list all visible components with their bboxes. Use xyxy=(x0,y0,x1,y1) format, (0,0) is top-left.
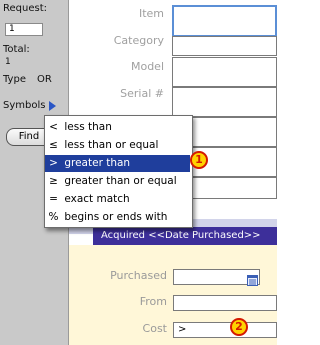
menu-item-label: greater than or equal xyxy=(64,175,177,187)
menu-item-label: less than xyxy=(64,121,112,133)
menu-item-symbol: ≤ xyxy=(49,139,58,151)
request-label: Request: xyxy=(3,3,47,14)
menu-item-symbol: % xyxy=(48,211,59,223)
serial-label: Serial # xyxy=(120,87,164,100)
section-header: Acquired <<Date Purchased>> xyxy=(93,227,277,245)
menu-item-label: less than or equal xyxy=(64,139,159,151)
menu-item-label: exact match xyxy=(64,193,130,205)
menu-item-symbol: = xyxy=(49,193,58,205)
model-field[interactable] xyxy=(172,57,277,87)
symbols-menu-arrow-icon[interactable] xyxy=(49,101,56,111)
total-value: 1 xyxy=(5,57,11,67)
callout-badge-2: 2 xyxy=(230,318,248,336)
cost-field[interactable]: > xyxy=(173,322,277,338)
menu-item-less-than[interactable]: < less than xyxy=(45,119,190,136)
symbols-popup-menu: < less than ≤ less than or equal > great… xyxy=(44,115,193,228)
menu-item-label: greater than xyxy=(64,157,131,169)
menu-item-greater-than-or-equal[interactable]: ≥ greater than or equal xyxy=(45,173,190,190)
menu-item-exact-match[interactable]: = exact match xyxy=(45,191,190,208)
menu-item-symbol: ≥ xyxy=(49,175,58,187)
menu-item-symbol: > xyxy=(49,157,58,169)
type-label: Type xyxy=(3,74,26,85)
from-field[interactable] xyxy=(173,295,277,311)
model-label: Model xyxy=(130,60,164,73)
symbols-label: Symbols xyxy=(3,100,46,111)
serial-field[interactable] xyxy=(172,87,277,117)
request-input[interactable]: 1 xyxy=(5,23,43,36)
menu-item-symbol: < xyxy=(49,121,58,133)
item-label: Item xyxy=(138,7,164,20)
menu-item-label: begins or ends with xyxy=(64,211,168,223)
category-field[interactable] xyxy=(172,36,277,56)
type-value[interactable]: OR xyxy=(37,74,52,85)
from-label: From xyxy=(139,295,167,308)
item-field[interactable] xyxy=(172,5,277,37)
calendar-icon[interactable] xyxy=(247,271,258,286)
total-label: Total: xyxy=(3,44,30,55)
cost-label: Cost xyxy=(142,322,167,335)
callout-badge-1: 1 xyxy=(190,151,208,169)
category-label: Category xyxy=(113,34,164,47)
menu-item-greater-than[interactable]: > greater than xyxy=(45,155,190,172)
purchased-label: Purchased xyxy=(110,269,167,282)
menu-item-begins-or-ends-with[interactable]: % begins or ends with xyxy=(45,209,190,226)
menu-item-less-than-or-equal[interactable]: ≤ less than or equal xyxy=(45,137,190,154)
